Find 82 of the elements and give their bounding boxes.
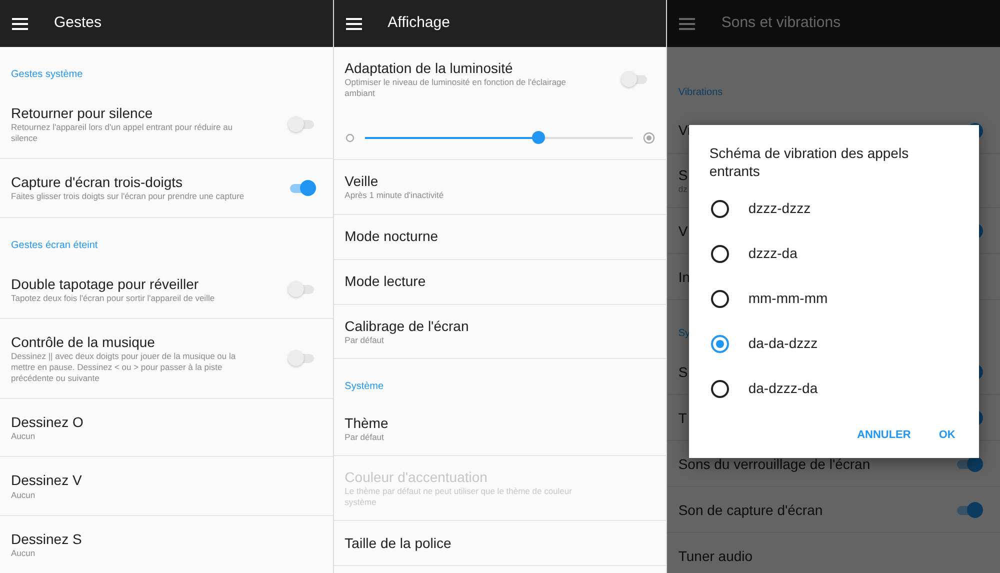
screen-title: Sons et vibrations [721, 13, 841, 34]
slider-thumb[interactable] [532, 131, 545, 144]
option-label: da-dzzz-da [748, 379, 818, 398]
settings-row[interactable]: Capture d'écran trois-doigts Faites glisser trois doigts sur l'écran pour prendre une capture [0, 159, 333, 218]
setting-title: In [678, 268, 690, 286]
toggle-switch[interactable] [288, 280, 316, 298]
radio-button[interactable] [711, 380, 730, 398]
setting-title: Calibrage de l'écran [344, 316, 469, 335]
setting-subtitle: Aucun [11, 490, 36, 501]
settings-row[interactable]: Dessinez O Aucun [0, 399, 333, 458]
menu-icon[interactable] [12, 18, 28, 30]
setting-title: Capture d'écran trois-doigts [11, 173, 183, 192]
setting-title: Adaptation de la luminosité [344, 59, 513, 78]
radio-option[interactable]: da-dzzz-da [689, 366, 980, 411]
setting-subtitle: Retournez l'appareil lors d'un appel entrant pour réduire au silence [11, 122, 234, 144]
settings-row[interactable]: Adaptation de la luminosité Optimiser le niveau de luminosité en fonction de l'éclairage ambiant [334, 47, 666, 160]
settings-row[interactable]: Contrôle de la musique Dessinez || avec deux doigts pour jouer de la musique ou la mettre en pause. Dessinez < ou > pour passer à la piste précédente ou suivante [0, 318, 333, 400]
screen-title: Gestes [54, 13, 102, 34]
setting-title: Mode lecture [344, 272, 426, 291]
radio-option[interactable]: dzzz-dzzz [689, 186, 980, 231]
setting-subtitle: Optimiser le niveau de luminosité en fonction de l'éclairage ambiant [344, 77, 567, 100]
setting-title: Retourner pour silence [11, 104, 153, 122]
setting-subtitle: Aucun [11, 548, 36, 559]
radio-button[interactable] [711, 334, 730, 352]
section-header: Gestes système [11, 68, 83, 82]
settings-row[interactable]: Taille de la police [334, 521, 666, 566]
radio-option[interactable]: mm-mm-mm [689, 276, 980, 321]
setting-subtitle: Après 1 minute d'inactivité [344, 190, 444, 202]
dialog-title: Schéma de vibration des appels entrants [708, 145, 910, 180]
settings-row[interactable]: Mode nocturne [334, 214, 666, 260]
radio-option[interactable]: dzzz-da [689, 231, 980, 276]
setting-subtitle: Par défaut [344, 432, 384, 443]
settings-row[interactable]: Mode lecture [334, 260, 666, 305]
toggle-switch[interactable] [621, 70, 650, 88]
section-header: Gestes écran éteint [11, 238, 98, 253]
settings-row[interactable]: Thème Par défaut [334, 402, 666, 456]
toggle-switch[interactable] [288, 115, 316, 134]
setting-subtitle: Tapotez deux fois l'écran pour sortir l'appareil de veille [11, 292, 215, 304]
toggle-switch[interactable] [955, 500, 984, 519]
setting-title: Son de capture d'écran [678, 500, 823, 519]
radio-button[interactable] [711, 290, 730, 308]
setting-title: Mode nocturne [344, 227, 438, 246]
setting-title: Tuner audio [678, 546, 753, 565]
settings-row[interactable]: Calibrage de l'écran Par défaut [334, 304, 666, 359]
setting-title: S [678, 362, 688, 381]
settings-row[interactable]: Veille Après 1 minute d'inactivité [334, 160, 666, 215]
setting-title: Contrôle de la musique [11, 332, 155, 351]
settings-row[interactable]: Dessinez S Aucun [0, 516, 333, 573]
menu-icon[interactable] [346, 18, 362, 30]
settings-row[interactable]: Double tapotage pour réveiller Tapotez deux fois l'écran pour sortir l'appareil de veille [0, 260, 333, 319]
brightness-high-icon [643, 132, 656, 144]
screen-title: Affichage [388, 13, 450, 34]
setting-subtitle: Aucun [11, 431, 36, 442]
brightness-low-icon [344, 133, 355, 144]
setting-title: Dessinez S [11, 530, 82, 548]
setting-title: Sons du verrouillage de l'écran [678, 454, 870, 473]
radio-option[interactable]: da-da-dzzz [689, 321, 980, 366]
section-header: Vibrations [678, 86, 723, 100]
settings-row[interactable]: Retourner pour silence Retournez l'appareil lors d'un appel entrant pour réduire au silence [0, 90, 333, 160]
radio-button[interactable] [711, 200, 730, 218]
option-label: mm-mm-mm [748, 289, 828, 308]
setting-title: Thème [344, 414, 388, 432]
settings-row[interactable]: Dessinez V Aucun [0, 457, 333, 516]
toggle-switch[interactable] [288, 178, 316, 197]
setting-title: T [678, 408, 687, 427]
setting-subtitle: Faites glisser trois doigts sur l'écran pour prendre une capture [11, 191, 244, 203]
setting-title: V [678, 222, 688, 240]
section-header: Système [344, 380, 384, 394]
option-label: da-da-dzzz [748, 334, 818, 353]
setting-subtitle: Par défaut [344, 334, 384, 346]
setting-title: Veille [344, 172, 378, 190]
toggle-switch[interactable] [288, 349, 316, 368]
radio-button[interactable] [711, 244, 730, 262]
option-label: dzzz-da [748, 244, 798, 263]
section-header: Sy [678, 327, 690, 342]
setting-title: Dessinez V [11, 471, 82, 490]
setting-subtitle: Dessinez || avec deux doigts pour jouer de la musique ou la mettre en pause. Dessinez < ou > pour passer à la piste précédente ou suivante [11, 350, 237, 384]
option-label: dzzz-dzzz [748, 199, 811, 218]
setting-title: Double tapotage pour réveiller [11, 274, 199, 293]
setting-title: Dessinez O [11, 413, 84, 432]
setting-title: S [678, 166, 688, 184]
setting-title: Taille de la police [344, 534, 452, 552]
